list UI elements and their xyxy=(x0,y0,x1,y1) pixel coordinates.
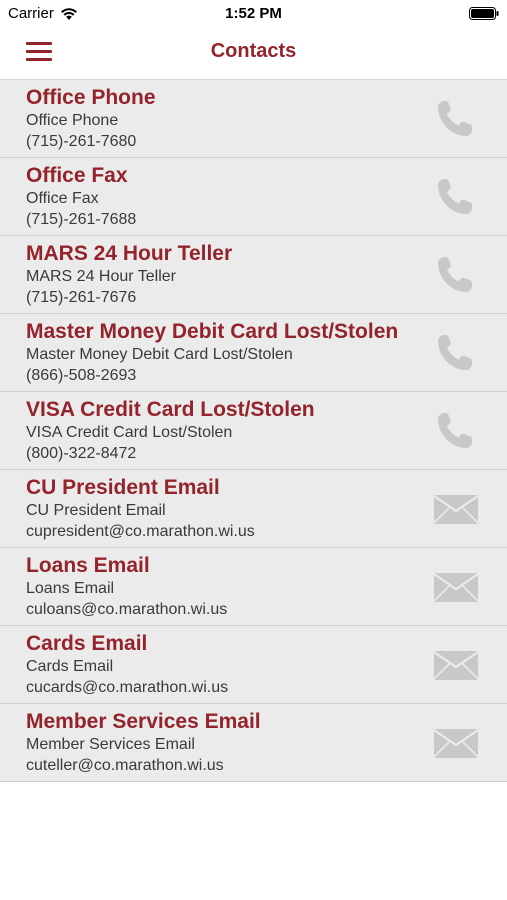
contact-subtitle: Office Fax xyxy=(26,190,99,207)
phone-icon[interactable] xyxy=(433,254,479,296)
contact-value: (715)-261-7680 xyxy=(26,133,137,150)
contact-row-1[interactable]: Office Fax Office Fax (715)-261-7688 xyxy=(0,158,507,236)
contact-value: culoans@co.marathon.wi.us xyxy=(26,601,228,618)
contact-value: (800)-322-8472 xyxy=(26,445,137,462)
contact-name: CU President Email xyxy=(26,476,220,499)
contact-subtitle: Member Services Email xyxy=(26,736,195,753)
contact-row-0[interactable]: Office Phone Office Phone (715)-261-7680 xyxy=(0,80,507,158)
phone-icon[interactable] xyxy=(433,98,479,140)
status-bar: Carrier 1:52 PM xyxy=(0,0,507,28)
contact-row-2[interactable]: MARS 24 Hour Teller MARS 24 Hour Teller … xyxy=(0,236,507,314)
contact-subtitle: CU President Email xyxy=(26,502,166,519)
battery-icon xyxy=(469,7,499,20)
phone-icon[interactable] xyxy=(433,176,479,218)
contact-list: Office Phone Office Phone (715)-261-7680… xyxy=(0,80,507,782)
contact-row-7[interactable]: Cards Email Cards Email cucards@co.marat… xyxy=(0,626,507,704)
phone-icon[interactable] xyxy=(433,410,479,452)
contact-name: Office Fax xyxy=(26,164,128,187)
phone-icon[interactable] xyxy=(433,332,479,374)
contact-value: cuteller@co.marathon.wi.us xyxy=(26,757,224,774)
contact-name: Member Services Email xyxy=(26,710,261,733)
status-time: 1:52 PM xyxy=(225,5,282,22)
page-title: Contacts xyxy=(210,40,297,62)
contact-name: Master Money Debit Card Lost/Stolen xyxy=(26,320,399,343)
mail-icon[interactable] xyxy=(433,644,479,686)
contact-row-8[interactable]: Member Services Email Member Services Em… xyxy=(0,704,507,782)
contact-subtitle: Office Phone xyxy=(26,112,119,129)
contact-value: cupresident@co.marathon.wi.us xyxy=(26,523,255,540)
contact-value: (715)-261-7688 xyxy=(26,211,137,228)
contact-subtitle: Master Money Debit Card Lost/Stolen xyxy=(26,346,293,363)
contact-subtitle: VISA Credit Card Lost/Stolen xyxy=(26,424,233,441)
mail-icon[interactable] xyxy=(433,722,479,764)
contact-name: Loans Email xyxy=(26,554,150,577)
mail-icon[interactable] xyxy=(433,488,479,530)
mail-icon[interactable] xyxy=(433,566,479,608)
contact-row-5[interactable]: CU President Email CU President Email cu… xyxy=(0,470,507,548)
contact-subtitle: MARS 24 Hour Teller xyxy=(26,268,176,285)
contact-name: Cards Email xyxy=(26,632,148,655)
contact-row-6[interactable]: Loans Email Loans Email culoans@co.marat… xyxy=(0,548,507,626)
contact-name: VISA Credit Card Lost/Stolen xyxy=(26,398,315,421)
contact-subtitle: Loans Email xyxy=(26,580,115,597)
contact-subtitle: Cards Email xyxy=(26,658,114,675)
contact-name: MARS 24 Hour Teller xyxy=(26,242,233,265)
navigation-bar: Contacts xyxy=(0,28,507,80)
contact-name: Office Phone xyxy=(26,86,156,109)
contact-value: (715)-261-7676 xyxy=(26,289,137,306)
contact-row-4[interactable]: VISA Credit Card Lost/Stolen VISA Credit… xyxy=(0,392,507,470)
contact-value: cucards@co.marathon.wi.us xyxy=(26,679,229,696)
contact-value: (866)-508-2693 xyxy=(26,367,137,384)
contact-row-3[interactable]: Master Money Debit Card Lost/Stolen Mast… xyxy=(0,314,507,392)
